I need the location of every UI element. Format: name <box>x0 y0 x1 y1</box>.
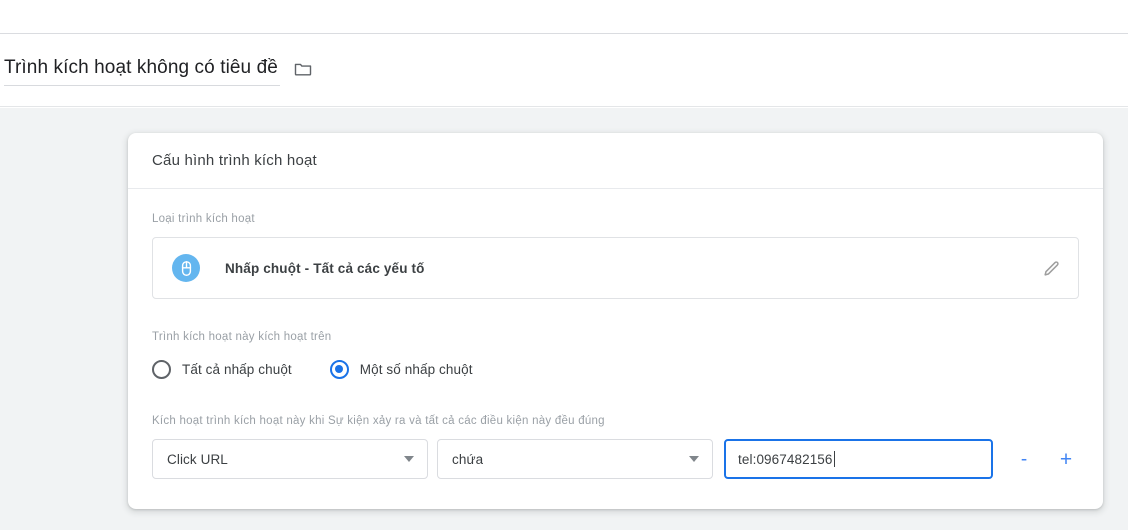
trigger-type-box[interactable]: Nhấp chuột - Tất cả các yếu tố <box>152 237 1079 299</box>
conditions-label: Kích hoạt trình kích hoạt này khi Sự kiệ… <box>152 415 605 427</box>
trigger-configuration-page: Trình kích hoạt không có tiêu đề Cấu hìn… <box>0 0 1128 530</box>
title-row: Trình kích hoạt không có tiêu đề <box>0 34 1128 107</box>
content-area: Cấu hình trình kích hoạt Loại trình kích… <box>0 108 1128 530</box>
radio-option-some-clicks-label: Một số nhấp chuột <box>359 361 473 377</box>
trigger-type-label: Loại trình kích hoạt <box>152 213 255 225</box>
condition-row-buttons: - + <box>1011 446 1079 472</box>
add-condition-button[interactable]: + <box>1053 446 1079 472</box>
card-title: Cấu hình trình kích hoạt <box>152 152 317 169</box>
trigger-title-input[interactable]: Trình kích hoạt không có tiêu đề <box>4 55 280 86</box>
chevron-down-icon <box>689 456 700 462</box>
condition-value-text: tel:0967482156 <box>738 451 833 467</box>
chevron-down-icon <box>404 456 415 462</box>
condition-variable-select[interactable]: Click URL <box>152 439 429 479</box>
radio-option-some-clicks[interactable]: Một số nhấp chuột <box>329 357 473 381</box>
text-cursor <box>833 451 835 467</box>
trigger-configuration-card: Cấu hình trình kích hoạt Loại trình kích… <box>128 133 1103 509</box>
radio-option-all-clicks[interactable]: Tất cả nhấp chuột <box>152 357 292 381</box>
remove-condition-button[interactable]: - <box>1011 446 1037 472</box>
fires-on-radio-group: Tất cả nhấp chuột Một số nhấp chuột <box>152 357 1079 381</box>
radio-circle-selected-icon <box>329 359 349 379</box>
title-wrap: Trình kích hoạt không có tiêu đề <box>2 55 313 86</box>
condition-row: Click URL chứa tel:0967482156 - + <box>152 439 1079 479</box>
fires-on-section: Trình kích hoạt này kích hoạt trên Tất c… <box>152 329 1079 381</box>
card-header: Cấu hình trình kích hoạt <box>128 133 1103 189</box>
condition-operator-select[interactable]: chứa <box>437 439 714 479</box>
radio-circle-icon <box>152 359 171 379</box>
condition-variable-value: Click URL <box>167 451 228 467</box>
fires-on-label: Trình kích hoạt này kích hoạt trên <box>152 331 332 343</box>
mouse-click-icon <box>172 254 200 282</box>
top-strip <box>0 0 1128 34</box>
radio-option-all-clicks-label: Tất cả nhấp chuột <box>182 361 292 377</box>
folder-icon[interactable] <box>293 59 313 79</box>
condition-value-input[interactable]: tel:0967482156 <box>724 439 993 479</box>
trigger-type-name: Nhấp chuột - Tất cả các yếu tố <box>225 260 425 276</box>
condition-operator-value: chứa <box>452 451 484 467</box>
pencil-icon[interactable] <box>1040 257 1062 279</box>
conditions-section: Kích hoạt trình kích hoạt này khi Sự kiệ… <box>152 413 1079 479</box>
card-body: Loại trình kích hoạt Nhấp chuột - Tất cả… <box>128 189 1103 509</box>
